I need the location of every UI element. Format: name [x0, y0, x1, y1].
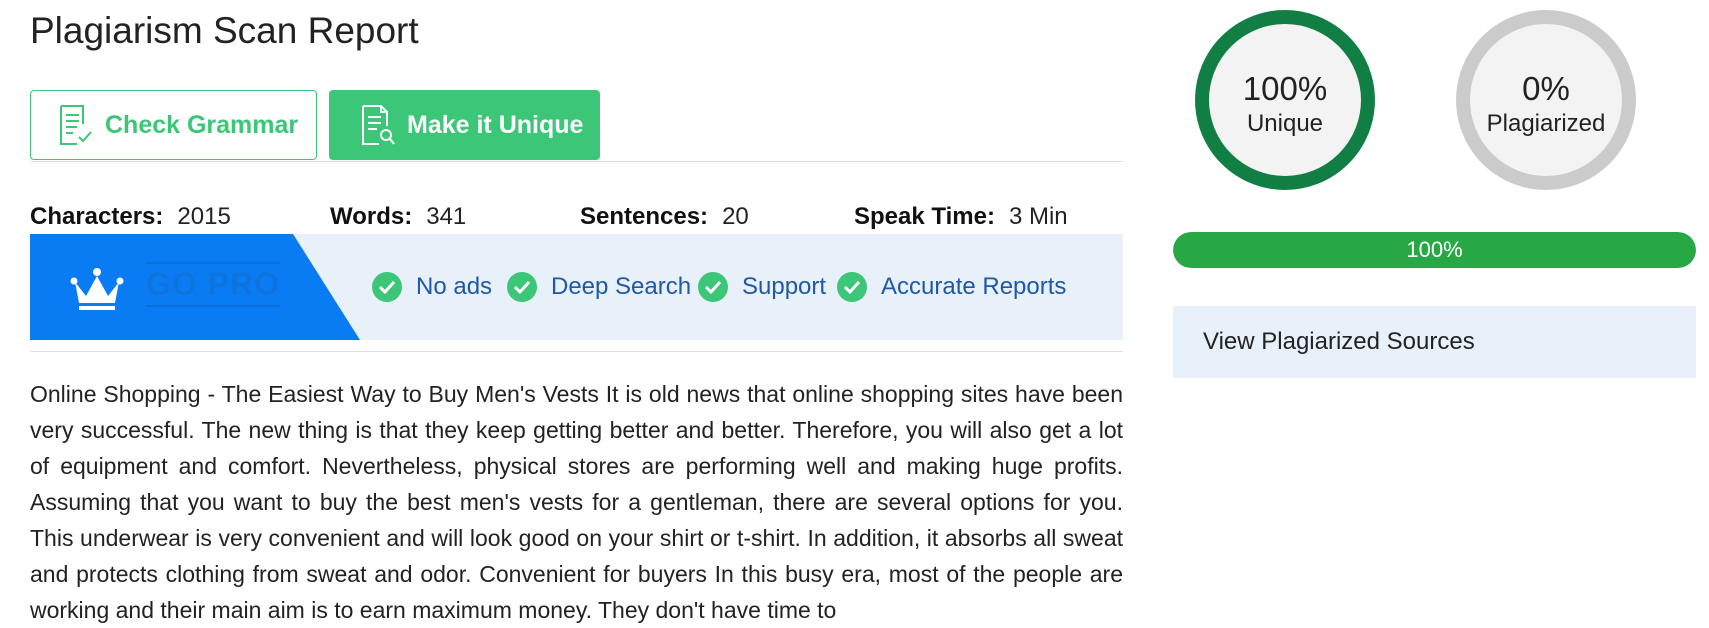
uniqueness-progress-bar: 100% [1173, 232, 1696, 268]
feature-label: No ads [416, 273, 493, 300]
check-grammar-label: Check Grammar [105, 110, 299, 139]
progress-fill: 100% [1173, 232, 1696, 268]
words-stat: Words: 341 [330, 203, 466, 231]
feature-support: Support [698, 272, 826, 302]
plagiarized-label: Plagiarized [1486, 110, 1606, 137]
characters-value: 2015 [177, 203, 231, 230]
make-unique-label: Make it Unique [407, 110, 584, 139]
unique-score-ring: 100% Unique [1195, 10, 1375, 190]
view-plagiarized-sources-button[interactable]: View Plagiarized Sources [1173, 306, 1696, 378]
document-search-icon [362, 105, 395, 145]
characters-stat: Characters: 2015 [30, 203, 231, 231]
page-title: Plagiarism Scan Report [30, 10, 419, 51]
speak-time-value: 3 Min [1008, 203, 1068, 230]
speak-time-stat: Speak Time: 3 Min [854, 203, 1068, 231]
check-circle-icon [372, 272, 402, 302]
speak-time-label: Speak Time: [854, 203, 995, 230]
check-circle-icon [507, 272, 537, 302]
plagiarized-score-ring: 0% Plagiarized [1456, 10, 1636, 190]
divider [30, 351, 1123, 352]
characters-label: Characters: [30, 203, 164, 230]
feature-accurate-reports: Accurate Reports [837, 272, 1066, 302]
progress-label: 100% [1406, 237, 1463, 262]
make-unique-button[interactable]: Make it Unique [329, 90, 600, 160]
crown-icon [70, 268, 124, 310]
divider [30, 161, 1123, 162]
check-circle-icon [698, 272, 728, 302]
unique-percent: 100% [1242, 70, 1328, 107]
feature-label: Support [742, 273, 827, 300]
check-circle-icon [837, 272, 867, 302]
plagiarized-percent: 0% [1522, 70, 1570, 107]
unique-label: Unique [1246, 110, 1324, 137]
feature-label: Accurate Reports [881, 273, 1067, 300]
feature-label: Deep Search [551, 273, 692, 300]
view-sources-label: View Plagiarized Sources [1203, 328, 1475, 355]
go-pro-banner[interactable]: GO PRO No ads Deep Search Support Accura… [30, 234, 1123, 340]
words-value: 341 [426, 203, 467, 230]
sentences-label: Sentences: [580, 203, 709, 230]
document-check-icon [60, 105, 92, 145]
sentences-stat: Sentences: 20 [580, 203, 749, 231]
words-label: Words: [330, 203, 413, 230]
feature-deep-search: Deep Search [507, 272, 691, 302]
sentences-value: 20 [722, 203, 749, 230]
feature-no-ads: No ads [372, 272, 492, 302]
scanned-text: Online Shopping - The Easiest Way to Buy… [30, 381, 1123, 623]
go-pro-label: GO PRO [146, 262, 281, 307]
check-grammar-button[interactable]: Check Grammar [30, 90, 317, 160]
